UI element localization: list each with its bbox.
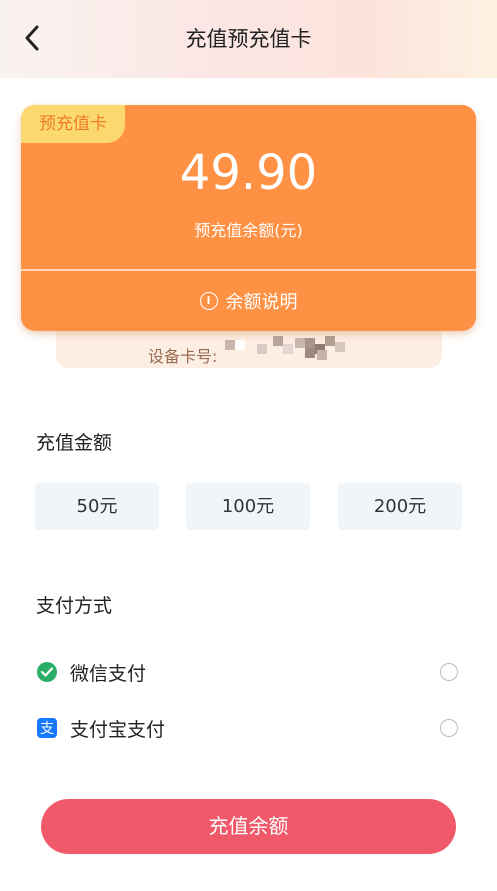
wechat-pay-radio[interactable] — [440, 663, 458, 681]
svg-text:支: 支 — [40, 721, 54, 737]
payment-method-title: 支付方式 — [36, 595, 113, 617]
card-type-tag: 预充值卡 — [21, 105, 125, 143]
recharge-amount-title: 充值金额 — [36, 432, 113, 454]
amount-option-50[interactable]: 50元 — [35, 483, 159, 530]
back-button[interactable] — [14, 20, 50, 56]
info-icon: i — [199, 292, 218, 310]
chevron-left-icon — [25, 25, 39, 51]
prepaid-card: 预充值卡 49.90 预充值余额(元) i 余额说明 — [21, 105, 476, 331]
balance-amount: 49.90 — [179, 145, 318, 201]
header-bar: 充值预充值卡 — [0, 0, 497, 78]
alipay-icon: 支 — [36, 717, 58, 739]
payment-option-wechat[interactable]: 微信支付 — [36, 655, 458, 689]
page-title: 充值预充值卡 — [185, 27, 312, 51]
alipay-radio[interactable] — [440, 719, 458, 737]
recharge-submit-button[interactable]: 充值余额 — [41, 799, 456, 854]
balance-label: 预充值余额(元) — [194, 221, 303, 240]
balance-explain-label: 余额说明 — [225, 292, 298, 313]
masked-device-number — [225, 330, 347, 360]
balance-explain-button[interactable]: i 余额说明 — [21, 271, 476, 331]
payment-option-alipay[interactable]: 支 支付宝支付 — [36, 711, 458, 745]
wechat-pay-icon — [36, 661, 58, 683]
amount-option-200[interactable]: 200元 — [338, 483, 462, 530]
device-number-label: 设备卡号: — [148, 347, 218, 366]
amount-option-100[interactable]: 100元 — [186, 483, 310, 530]
alipay-label: 支付宝支付 — [70, 718, 166, 741]
wechat-pay-label: 微信支付 — [70, 662, 147, 685]
